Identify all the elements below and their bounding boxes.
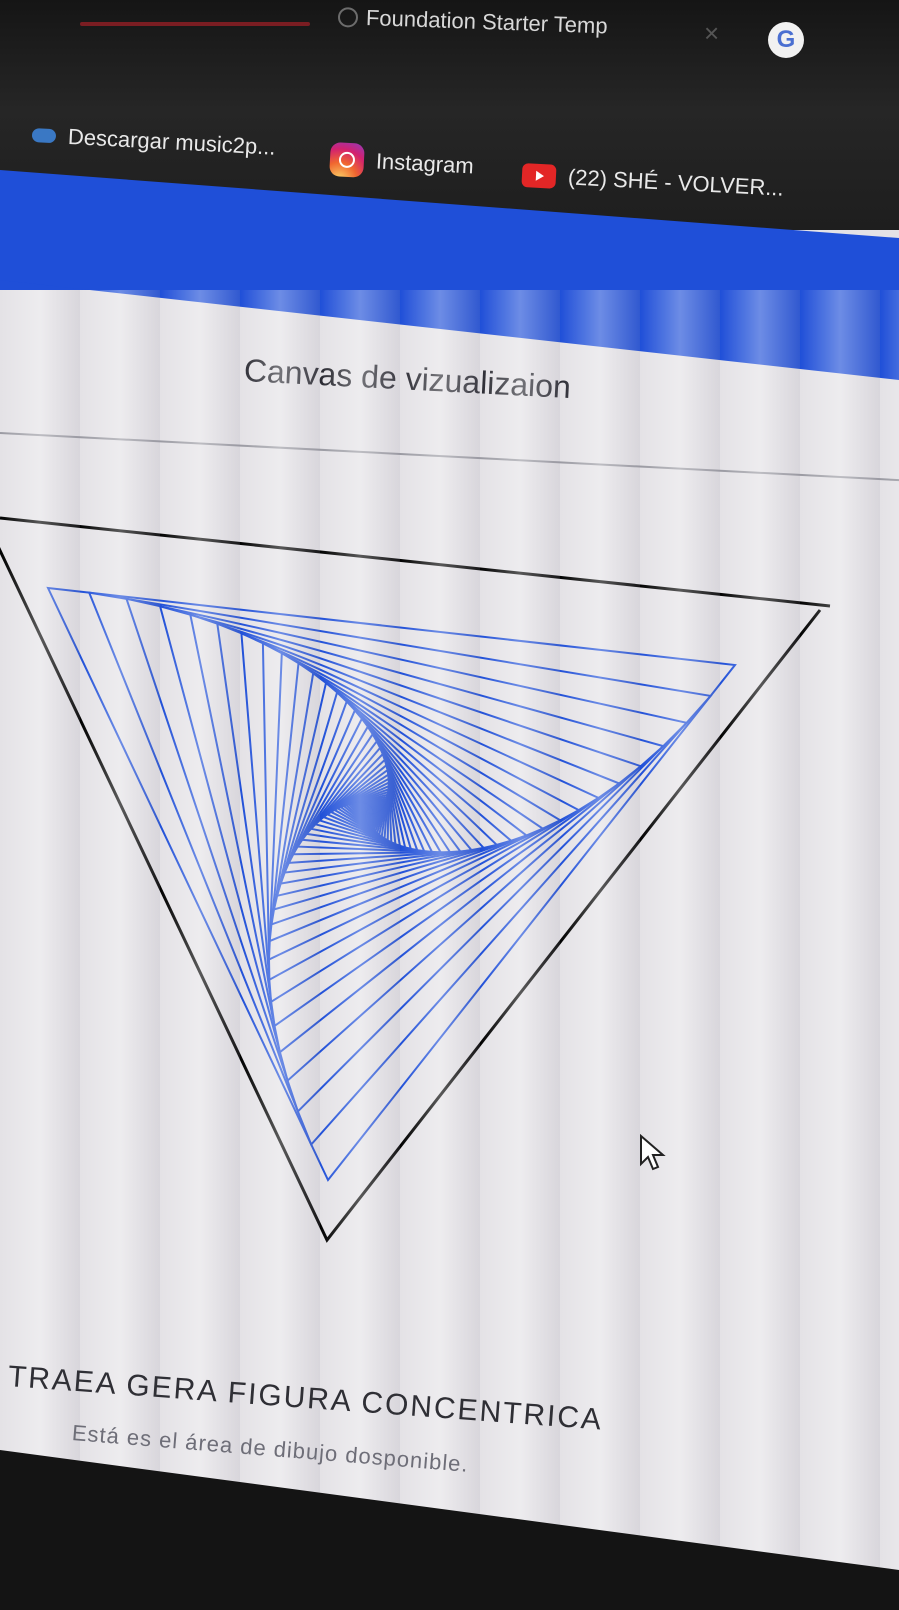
concentric-triangles [46,586,737,1182]
drawing-canvas[interactable] [0,0,899,1599]
mouse-cursor-icon [640,1134,666,1171]
concentric-triangle-line [46,586,737,1182]
canvas-top-border [0,516,831,608]
concentric-triangle-line [158,604,666,1083]
concentric-triangle-line [366,807,373,814]
